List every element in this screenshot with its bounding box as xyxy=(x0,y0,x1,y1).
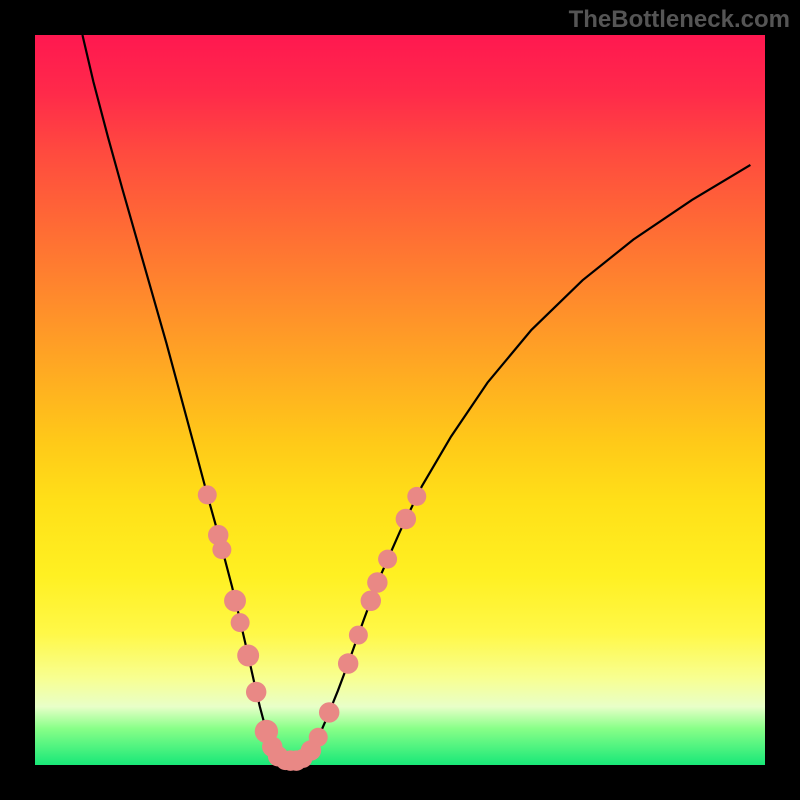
data-marker xyxy=(246,682,266,702)
data-marker xyxy=(237,645,259,667)
data-marker xyxy=(338,653,358,673)
curve-layer xyxy=(35,35,765,765)
watermark: TheBottleneck.com xyxy=(569,6,790,34)
data-marker xyxy=(407,487,426,506)
data-marker xyxy=(309,728,328,747)
data-marker xyxy=(367,572,387,592)
data-marker xyxy=(231,613,250,632)
bottleneck-curve xyxy=(82,35,750,761)
data-marker xyxy=(224,590,246,612)
data-marker xyxy=(396,509,416,529)
data-marker xyxy=(361,591,381,611)
data-marker xyxy=(198,485,217,504)
data-marker xyxy=(212,540,231,559)
data-markers xyxy=(198,485,426,770)
chart-container: TheBottleneck.com xyxy=(0,0,800,800)
data-marker xyxy=(319,702,339,722)
data-marker xyxy=(378,550,397,569)
data-marker xyxy=(349,626,368,645)
